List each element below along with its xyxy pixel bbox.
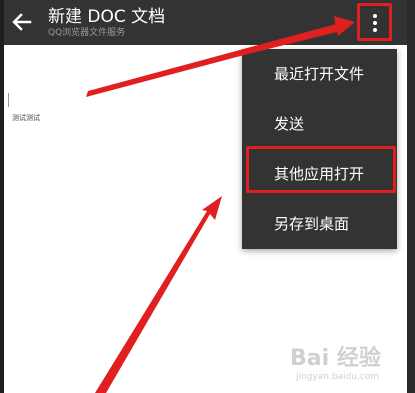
more-vertical-icon-dot (373, 21, 377, 25)
arrow-left-icon[interactable] (10, 10, 34, 34)
document-text: 测试测试 (12, 114, 40, 122)
menu-item-open-with-other-app[interactable]: 其他应用打开 (242, 149, 397, 199)
right-edge (407, 0, 415, 393)
watermark-logo: Bai 经验 (290, 346, 381, 371)
more-options-button[interactable] (357, 3, 392, 41)
page-subtitle: QQ浏览器文件服务 (48, 28, 126, 38)
more-vertical-icon-dot (373, 28, 377, 32)
watermark: Bai 经验 jingyan.baidu.com (290, 340, 407, 390)
app-bar: 新建 DOC 文档 QQ浏览器文件服务 (4, 0, 407, 45)
menu-item-recent-files[interactable]: 最近打开文件 (242, 49, 397, 99)
menu-item-send[interactable]: 发送 (242, 99, 397, 149)
menu-item-save-to-desktop[interactable]: 另存到桌面 (242, 199, 397, 249)
overflow-menu: 最近打开文件 发送 其他应用打开 另存到桌面 (242, 49, 397, 249)
text-cursor (8, 93, 9, 107)
page-title: 新建 DOC 文档 (48, 7, 166, 27)
more-vertical-icon (373, 14, 377, 18)
watermark-url: jingyan.baidu.com (296, 372, 380, 382)
